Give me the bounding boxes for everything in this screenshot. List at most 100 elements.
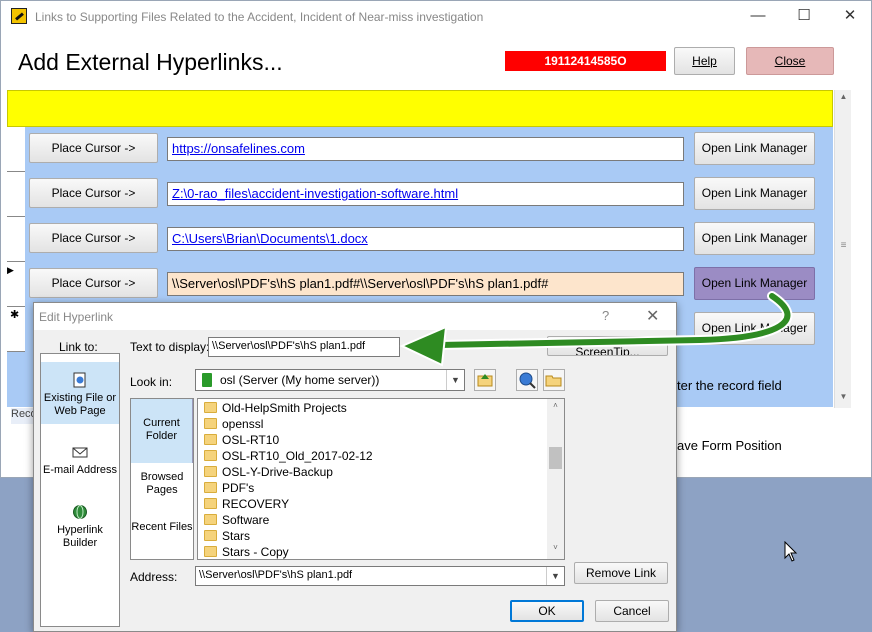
screentip-button[interactable]: ScreenTip...	[547, 336, 668, 356]
open-link-manager-button[interactable]: Open Link Manager	[694, 312, 815, 345]
open-folder-icon	[545, 375, 562, 387]
file-list-item[interactable]: PDF's	[200, 480, 254, 496]
window-close-button[interactable]: ✕	[827, 3, 872, 31]
browse-file-button[interactable]	[543, 369, 565, 391]
text-to-display-label: Text to display:	[130, 340, 210, 354]
browse-web-icon	[519, 372, 536, 389]
browsed-pages-tab[interactable]: Browsed Pages	[131, 463, 193, 513]
folder-icon	[204, 482, 217, 493]
look-in-label: Look in:	[130, 375, 173, 389]
open-link-manager-button[interactable]: Open Link Manager	[694, 132, 815, 165]
web-page-icon	[72, 372, 88, 388]
dialog-help-button[interactable]: ?	[602, 308, 609, 323]
link-to-existing-file-label: Existing File or Web Page	[43, 392, 117, 417]
recent-files-tab[interactable]: Recent Files	[131, 513, 193, 563]
current-record-selector[interactable]: ▶	[7, 262, 25, 307]
dialog-title: Edit Hyperlink	[39, 310, 114, 324]
file-list-item[interactable]: RECOVERY	[200, 496, 289, 512]
app-icon	[11, 8, 27, 24]
page-title: Add External Hyperlinks...	[18, 49, 283, 75]
title-bar: Links to Supporting Files Related to the…	[1, 1, 871, 33]
link-to-email-label: E-mail Address	[43, 464, 117, 476]
record-selector[interactable]	[7, 172, 25, 217]
folder-icon	[204, 466, 217, 477]
email-icon	[72, 444, 88, 460]
scroll-down-icon[interactable]: ▼	[835, 392, 852, 401]
new-record-selector[interactable]: ✱	[7, 307, 25, 352]
header-band	[7, 90, 833, 127]
folder-icon	[204, 546, 217, 557]
record-id-badge: 19112414585O	[505, 51, 666, 71]
link-to-existing-file[interactable]: Existing File or Web Page	[41, 362, 119, 424]
record-selector[interactable]	[7, 217, 25, 262]
mouse-cursor-icon	[784, 541, 798, 562]
record-selector[interactable]	[7, 127, 25, 172]
scroll-up-icon[interactable]: ▲	[835, 92, 852, 101]
vertical-scrollbar[interactable]: ▲ ≡ ▼	[834, 90, 851, 408]
scroll-grip-icon[interactable]: ≡	[835, 240, 852, 251]
browse-location-panel: Current Folder Browsed Pages Recent File…	[130, 398, 194, 560]
look-in-combo[interactable]: osl (Server (My home server)) ▼	[195, 369, 465, 391]
hyperlink-field[interactable]: Z:\0-rao_files\accident-investigation-so…	[167, 182, 684, 206]
network-drive-icon	[202, 373, 212, 387]
edit-hyperlink-dialog: Edit Hyperlink ? ✕ Link to: Existing Fil…	[33, 302, 677, 632]
dialog-title-bar: Edit Hyperlink ? ✕	[34, 303, 676, 330]
file-list-item[interactable]: Software	[200, 512, 269, 528]
folder-icon	[204, 402, 217, 413]
scrollbar-thumb[interactable]	[549, 447, 562, 469]
folder-icon	[204, 434, 217, 445]
close-button[interactable]: Close	[746, 47, 834, 75]
hyperlink-field[interactable]: https://onsafelines.com	[167, 137, 684, 161]
ok-button[interactable]: OK	[510, 600, 584, 622]
open-link-manager-button-active[interactable]: Open Link Manager	[694, 267, 815, 300]
folder-icon	[204, 498, 217, 509]
maximize-button[interactable]: ☐	[781, 3, 827, 31]
file-list-item[interactable]: OSL-Y-Drive-Backup	[200, 464, 333, 480]
file-list-item[interactable]: openssl	[200, 416, 263, 432]
open-link-manager-button[interactable]: Open Link Manager	[694, 177, 815, 210]
up-folder-icon	[477, 374, 493, 387]
place-cursor-button[interactable]: Place Cursor ->	[29, 268, 158, 298]
save-form-position-label: ave Form Position	[677, 438, 782, 453]
address-label: Address:	[130, 570, 178, 584]
folder-icon	[204, 450, 217, 461]
chevron-down-icon[interactable]: ▼	[446, 370, 464, 390]
folder-icon	[204, 418, 217, 429]
up-folder-button[interactable]	[474, 369, 496, 391]
scroll-down-icon[interactable]: ˅	[547, 543, 564, 552]
current-folder-tab[interactable]: Current Folder	[131, 399, 193, 463]
scroll-up-icon[interactable]: ˄	[547, 401, 564, 410]
folder-icon	[204, 530, 217, 541]
text-to-display-input[interactable]: \\Server\osl\PDF's\hS plan1.pdf	[208, 337, 400, 357]
link-to-hyperlink-builder-label: Hyperlink Builder	[57, 524, 103, 549]
cancel-button[interactable]: Cancel	[595, 600, 669, 622]
link-to-panel: Existing File or Web Page E-mail Address…	[40, 353, 120, 627]
link-to-hyperlink-builder[interactable]: Hyperlink Builder	[41, 500, 119, 550]
remove-link-button[interactable]: Remove Link	[574, 562, 668, 584]
place-cursor-button[interactable]: Place Cursor ->	[29, 133, 158, 163]
file-list-scrollbar[interactable]: ˄ ˅	[547, 399, 564, 559]
open-link-manager-button[interactable]: Open Link Manager	[694, 222, 815, 255]
help-button[interactable]: Help	[674, 47, 735, 75]
look-in-value: osl (Server (My home server))	[220, 373, 380, 387]
file-list-item[interactable]: Stars	[200, 528, 250, 544]
window-title: Links to Supporting Files Related to the…	[35, 10, 484, 24]
file-list-item[interactable]: Old-HelpSmith Projects	[200, 400, 347, 416]
link-to-email[interactable]: E-mail Address	[41, 440, 119, 490]
file-list-item[interactable]: OSL-RT10	[200, 432, 279, 448]
minimize-button[interactable]: —	[735, 3, 781, 31]
dialog-close-button[interactable]: ✕	[646, 306, 659, 326]
place-cursor-button[interactable]: Place Cursor ->	[29, 223, 158, 253]
instruction-text: ter the record field	[677, 378, 782, 393]
link-to-label: Link to:	[59, 340, 98, 354]
file-list[interactable]: Old-HelpSmith Projects openssl OSL-RT10 …	[197, 398, 565, 560]
chevron-down-icon[interactable]: ▼	[546, 567, 564, 585]
file-list-item[interactable]: OSL-RT10_Old_2017-02-12	[200, 448, 373, 464]
file-list-item[interactable]: Stars - Copy	[200, 544, 289, 559]
browse-web-button[interactable]	[516, 369, 538, 391]
address-combo[interactable]: \\Server\osl\PDF's\hS plan1.pdf ▼	[195, 566, 565, 586]
folder-icon	[204, 514, 217, 525]
hyperlink-field[interactable]: C:\Users\Brian\Documents\1.docx	[167, 227, 684, 251]
hyperlink-field-active[interactable]: \\Server\osl\PDF's\hS plan1.pdf#\\Server…	[167, 272, 684, 296]
place-cursor-button[interactable]: Place Cursor ->	[29, 178, 158, 208]
